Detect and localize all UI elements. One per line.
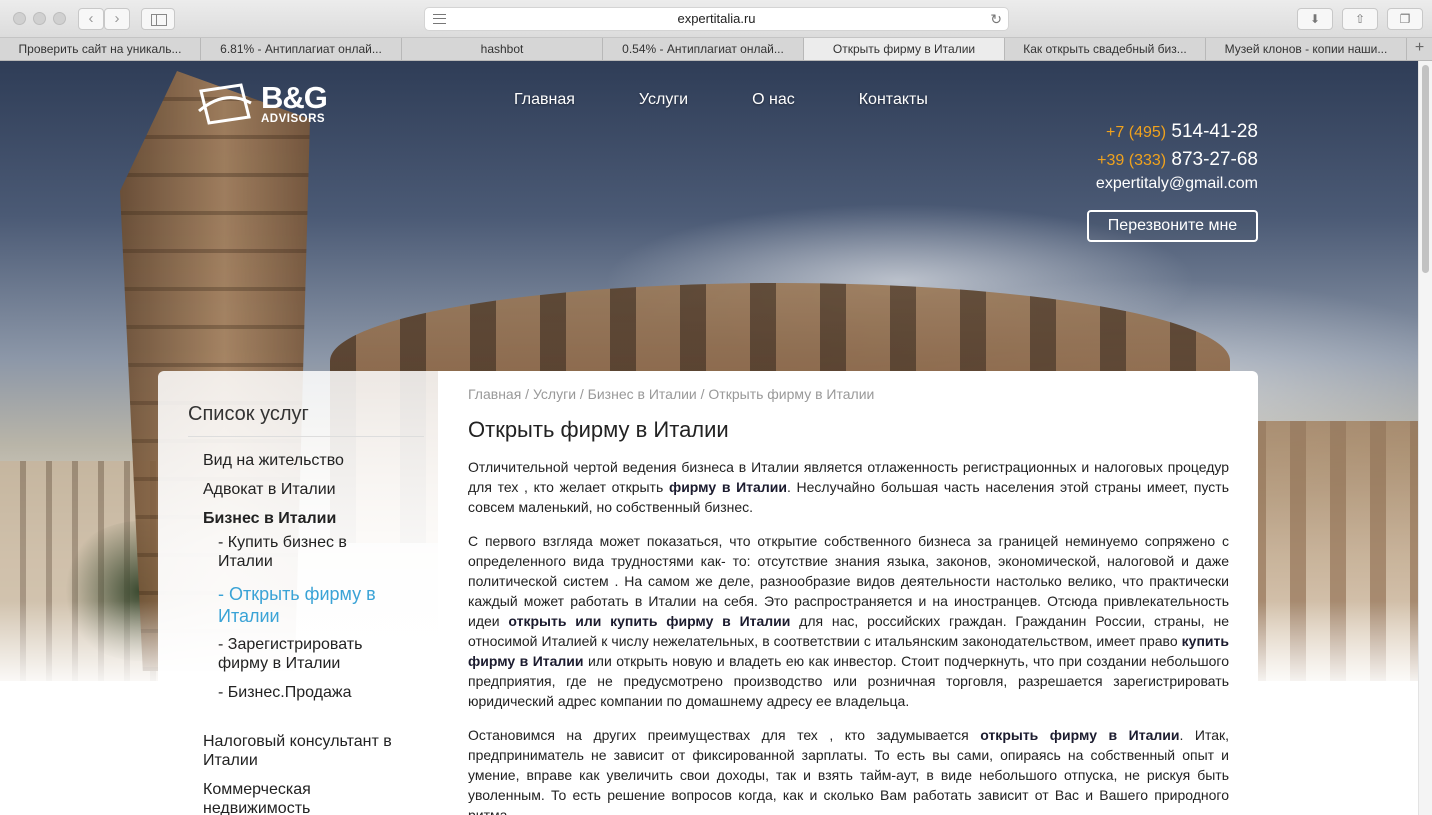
new-tab-button[interactable]: + — [1407, 38, 1432, 60]
logo-subtitle: ADVISORS — [261, 113, 326, 125]
sidebar-item-business[interactable]: Бизнес в Италии — [203, 509, 413, 528]
site-logo[interactable]: B&G ADVISORS — [197, 81, 337, 131]
main-nav: Главная Услуги О нас Контакты — [514, 91, 992, 109]
page-title: Открыть фирму в Италии — [468, 417, 729, 442]
sidebar-title: Список услуг — [188, 403, 309, 425]
main-content: Главная / Услуги / Бизнес в Италии / Отк… — [438, 371, 1258, 815]
tabs-overview-button[interactable]: ❐ — [1387, 8, 1423, 30]
browser-toolbar: ‹ › expertitalia.ru ↻ ⬇ ⇧ ❐ — [0, 0, 1432, 38]
forward-button[interactable]: › — [104, 8, 130, 30]
window-close-button[interactable] — [13, 12, 26, 25]
browser-tab[interactable]: hashbot — [402, 38, 603, 60]
nav-home[interactable]: Главная — [514, 91, 575, 109]
phone-it[interactable]: +39 (333) 873-27-68 — [1096, 149, 1258, 171]
sidebar-divider — [188, 436, 424, 437]
services-sidebar: Список услуг Вид на жительство Адвокат в… — [158, 371, 438, 815]
nav-about[interactable]: О нас — [752, 91, 795, 109]
sidebar-item-tax-consultant[interactable]: Налоговый консультант в Италии — [203, 732, 413, 770]
nav-contacts[interactable]: Контакты — [859, 91, 928, 109]
tab-bar: Проверить сайт на уникаль... 6.81% - Ант… — [0, 38, 1432, 61]
sidebar-item-residence[interactable]: Вид на жительство — [203, 451, 413, 470]
sidebar-subitem-open-company[interactable]: - Открыть фирму в Италии — [218, 583, 398, 627]
browser-tab-active[interactable]: Открыть фирму в Италии — [804, 38, 1005, 60]
keyword-link: фирму в Италии — [668, 479, 787, 495]
phone-ru[interactable]: +7 (495) 514-41-28 — [1096, 121, 1258, 143]
sidebar-item-commercial-property[interactable]: Коммерческая недвижимость — [203, 780, 413, 815]
article-body: Отличительной чертой ведения бизнеса в И… — [468, 457, 1229, 815]
window-minimize-button[interactable] — [33, 12, 46, 25]
logo-mark-icon — [198, 83, 252, 125]
sidebar-toggle-button[interactable] — [141, 8, 175, 30]
back-button[interactable]: ‹ — [78, 8, 104, 30]
callback-button[interactable]: Перезвоните мне — [1087, 210, 1258, 242]
keyword-link: открыть фирму в Италии — [980, 727, 1180, 743]
phone-number: 873-27-68 — [1171, 149, 1258, 170]
address-bar[interactable]: expertitalia.ru ↻ — [424, 7, 1009, 31]
reload-icon[interactable]: ↻ — [990, 8, 1002, 30]
sidebar-subitem-business-sale[interactable]: - Бизнес.Продажа — [218, 683, 398, 702]
sidebar-item-lawyer[interactable]: Адвокат в Италии — [203, 480, 413, 499]
sidebar-subitem-register-company[interactable]: - Зарегистрировать фирму в Италии — [218, 635, 398, 673]
scrollbar-thumb[interactable] — [1422, 65, 1429, 273]
logo-title: B&G — [261, 80, 328, 115]
article-paragraph: С первого взгляда может показаться, что … — [468, 533, 1229, 709]
share-button[interactable]: ⇧ — [1342, 8, 1378, 30]
email-link[interactable]: expertitaly@gmail.com — [1096, 175, 1258, 193]
browser-tab[interactable]: Музей клонов - копии наши... — [1206, 38, 1407, 60]
window-zoom-button[interactable] — [53, 12, 66, 25]
keyword-link: открыть или купить фирму в Италии — [508, 613, 791, 629]
article-paragraph: Отличительной чертой ведения бизнеса в И… — [468, 459, 1229, 515]
browser-tab[interactable]: Проверить сайт на уникаль... — [0, 38, 201, 60]
browser-tab[interactable]: 6.81% - Антиплагиат онлай... — [201, 38, 402, 60]
phone-code: +7 (495) — [1106, 124, 1167, 141]
page-scrollbar[interactable] — [1418, 61, 1432, 815]
breadcrumb[interactable]: Главная / Услуги / Бизнес в Италии / Отк… — [468, 386, 874, 402]
article-paragraph: Остановимся на других преимуществах для … — [468, 727, 1229, 815]
contact-block: +7 (495) 514-41-28 +39 (333) 873-27-68 e… — [1096, 121, 1258, 193]
reader-menu-icon[interactable] — [433, 14, 446, 24]
browser-tab[interactable]: Как открыть свадебный биз... — [1005, 38, 1206, 60]
downloads-button[interactable]: ⬇ — [1297, 8, 1333, 30]
web-page: B&G ADVISORS Главная Услуги О нас Контак… — [0, 61, 1418, 815]
sidebar-subitem-buy-business[interactable]: - Купить бизнес в Италии — [218, 533, 398, 571]
browser-tab[interactable]: 0.54% - Антиплагиат онлай... — [603, 38, 804, 60]
address-bar-url: expertitalia.ru — [677, 11, 756, 26]
phone-number: 514-41-28 — [1171, 121, 1258, 142]
nav-services[interactable]: Услуги — [639, 91, 688, 109]
phone-code: +39 (333) — [1097, 152, 1167, 169]
